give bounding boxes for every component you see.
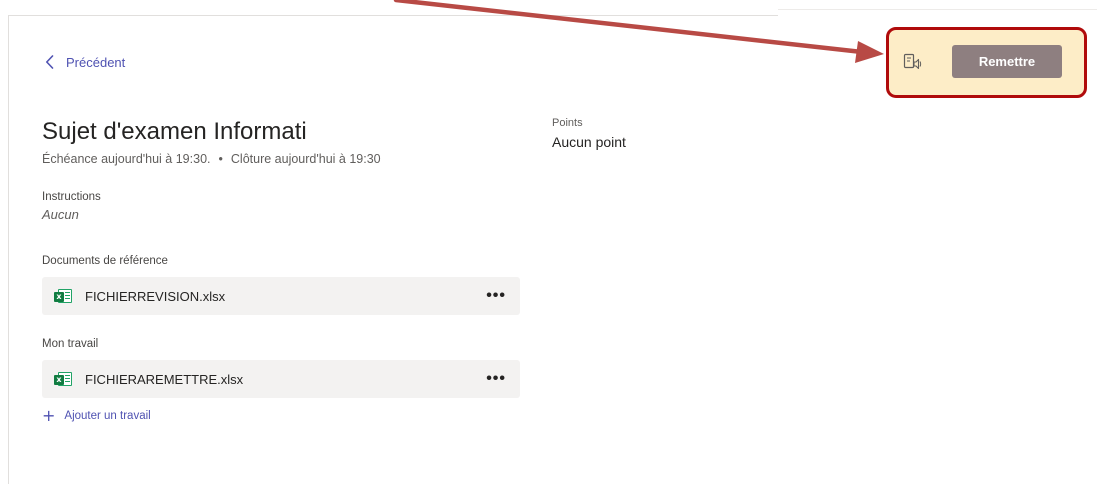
submit-button[interactable]: Remettre <box>952 45 1062 78</box>
add-work-button[interactable]: + Ajouter un travail <box>42 408 151 424</box>
assignment-due-line: Échéance aujourd'hui à 19:30. • Clôture … <box>42 152 381 166</box>
instructions-label: Instructions <box>42 191 101 203</box>
plus-icon: + <box>42 406 56 425</box>
excel-file-icon: x <box>54 289 72 303</box>
reference-file-card[interactable]: x FICHIERREVISION.xlsx ••• <box>42 277 520 315</box>
instructions-value: Aucun <box>42 207 79 222</box>
close-date-text: Clôture aujourd'hui à 19:30 <box>230 152 381 166</box>
due-separator: • <box>218 152 223 166</box>
file-name: FICHIERAREMETTRE.xlsx <box>85 371 244 387</box>
my-work-file-card[interactable]: x FICHIERAREMETTRE.xlsx ••• <box>42 360 520 398</box>
file-name: FICHIERREVISION.xlsx <box>85 288 226 304</box>
top-frame-border <box>8 0 778 16</box>
due-date-text: Échéance aujourd'hui à 19:30. <box>42 152 211 166</box>
chevron-left-icon <box>42 54 56 70</box>
add-work-label: Ajouter un travail <box>64 410 151 422</box>
top-frame-border-right <box>778 0 1097 10</box>
excel-file-icon: x <box>54 372 72 386</box>
more-options-icon[interactable]: ••• <box>486 371 506 387</box>
my-work-label: Mon travail <box>42 338 99 350</box>
left-frame-border <box>8 16 9 484</box>
back-label: Précédent <box>66 54 126 70</box>
points-label: Points <box>552 117 583 129</box>
assignment-title: Sujet d'examen Informati <box>42 118 307 145</box>
immersive-reader-icon[interactable] <box>903 53 923 71</box>
back-link[interactable]: Précédent <box>42 54 125 70</box>
reference-docs-label: Documents de référence <box>42 255 168 267</box>
points-value: Aucun point <box>552 134 626 150</box>
more-options-icon[interactable]: ••• <box>486 288 506 304</box>
